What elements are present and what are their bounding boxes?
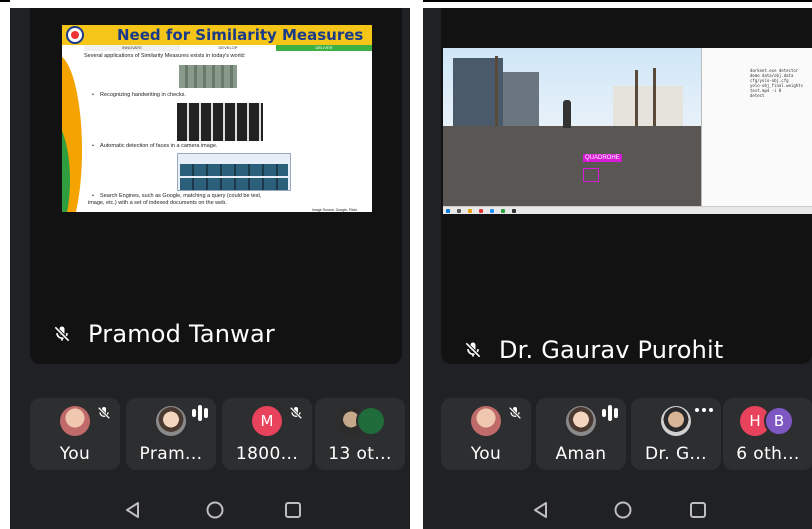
- participant-you[interactable]: You: [441, 398, 531, 470]
- presenter-tile[interactable]: QUADROHE darknet.exe detector demo data/…: [441, 8, 812, 364]
- participant-others[interactable]: H B 6 oth...: [723, 398, 812, 470]
- avatar: [156, 406, 186, 436]
- avatar: [661, 406, 691, 436]
- participant-label: 13 ot...: [328, 444, 392, 464]
- image-results-row: [180, 164, 288, 176]
- more-dots-icon: [695, 408, 713, 412]
- slide-bullet-1: • Recognizing handwriting in checks.: [92, 92, 186, 98]
- home-icon[interactable]: [613, 500, 633, 525]
- participant-label: Dr. G...: [645, 444, 707, 464]
- slide-bullet-3-line2: image, etc.) with a set of indexed docum…: [88, 200, 227, 206]
- recents-icon[interactable]: [688, 500, 708, 525]
- muted-mic-icon: [96, 405, 112, 426]
- detection-label: QUADROHE: [583, 154, 622, 162]
- slide-bullet-3: • Search Engines, such as Google, matchi…: [92, 193, 262, 199]
- participant-you[interactable]: You: [30, 398, 120, 470]
- left-phone-screen: Need for Similarity Measures INNOVATE DE…: [10, 8, 410, 529]
- android-nav-bar: [10, 496, 410, 526]
- terminal-window: darknet.exe detector demo data/obj.data …: [701, 48, 812, 206]
- folder-icon: [468, 209, 472, 213]
- home-icon[interactable]: [205, 500, 225, 525]
- search-results-image: [177, 153, 291, 191]
- presenter-tile[interactable]: Need for Similarity Measures INNOVATE DE…: [30, 8, 402, 364]
- slide-bullet-3-line1: Search Engines, such as Google, matching…: [100, 193, 262, 199]
- participant-1800[interactable]: M 1800...: [222, 398, 312, 470]
- muted-mic-icon: [52, 324, 72, 344]
- back-icon[interactable]: [123, 500, 143, 525]
- handwriting-image: [179, 65, 237, 88]
- slide-title: Need for Similarity Measures: [117, 26, 364, 44]
- video-palm: [495, 56, 498, 126]
- speaking-indicator-icon: [192, 405, 208, 421]
- tag-develop: DEVELOP: [180, 45, 276, 51]
- presenter-name: Dr. Gaurav Purohit: [499, 336, 724, 364]
- back-icon[interactable]: [531, 500, 551, 525]
- presenter-name-row: Pramod Tanwar: [52, 320, 275, 348]
- slide-intro: Several applications of Similarity Measu…: [84, 53, 246, 59]
- start-icon: [446, 209, 450, 213]
- video-palm: [635, 70, 638, 126]
- recents-icon[interactable]: [283, 500, 303, 525]
- slide-bullet-2: • Automatic detection of faces in a came…: [92, 143, 218, 149]
- tag-deliver: DELIVER: [276, 45, 372, 51]
- participant-label: Aman: [555, 444, 607, 464]
- divider: [0, 0, 10, 2]
- app-icon: [490, 209, 494, 213]
- video-building: [503, 72, 539, 126]
- tag-innovate: INNOVATE: [84, 45, 180, 51]
- participant-others[interactable]: 13 ot...: [315, 398, 405, 470]
- shared-slide: Need for Similarity Measures INNOVATE DE…: [62, 25, 372, 212]
- terminal-line: detect: [750, 93, 765, 98]
- slide-image-source: Image Source: Google, Flickr: [312, 208, 358, 212]
- participant-pramod[interactable]: Pram...: [126, 398, 216, 470]
- android-nav-bar: [423, 496, 812, 526]
- avatar: [356, 406, 386, 436]
- right-phone-screen: QUADROHE darknet.exe detector demo data/…: [423, 8, 812, 529]
- avatar: B: [764, 406, 794, 436]
- faces-image: [177, 103, 263, 141]
- app-icon: [512, 209, 516, 213]
- presenter-name-row: Dr. Gaurav Purohit: [463, 336, 724, 364]
- participant-label: You: [470, 444, 502, 464]
- app-icon: [501, 209, 505, 213]
- participant-label: Pram...: [139, 444, 203, 464]
- university-logo-icon: [66, 26, 84, 44]
- search-icon: [457, 209, 461, 213]
- muted-mic-icon: [288, 405, 304, 426]
- participant-label: You: [59, 444, 91, 464]
- windows-taskbar: [443, 206, 812, 214]
- image-results-row: [180, 178, 288, 190]
- speaking-indicator-icon: [602, 405, 618, 421]
- participant-aman[interactable]: Aman: [536, 398, 626, 470]
- video-person: [563, 100, 571, 128]
- video-ground: [443, 126, 701, 206]
- video-palm: [653, 68, 656, 126]
- muted-mic-icon: [507, 405, 523, 426]
- muted-mic-icon: [463, 340, 483, 360]
- participant-dr-g[interactable]: Dr. G...: [631, 398, 721, 470]
- app-icon: [479, 209, 483, 213]
- video-building: [613, 86, 683, 126]
- detection-box: [583, 168, 599, 182]
- avatar: [566, 406, 596, 436]
- terminal-output: darknet.exe detector demo data/obj.data …: [750, 68, 810, 98]
- shared-video: QUADROHE darknet.exe detector demo data/…: [443, 48, 812, 214]
- divider: [423, 0, 812, 2]
- participant-label: 6 oth...: [736, 444, 800, 464]
- presenter-name: Pramod Tanwar: [88, 320, 275, 348]
- avatar: [60, 406, 90, 436]
- slide-bullet-1-text: Recognizing handwriting in checks.: [100, 92, 186, 98]
- participant-label: 1800...: [235, 444, 299, 464]
- slide-bullet-2-text: Automatic detection of faces in a camera…: [100, 143, 218, 149]
- avatar: [471, 406, 501, 436]
- avatar: M: [252, 406, 282, 436]
- slide-tagline: INNOVATE DEVELOP DELIVER: [84, 45, 372, 51]
